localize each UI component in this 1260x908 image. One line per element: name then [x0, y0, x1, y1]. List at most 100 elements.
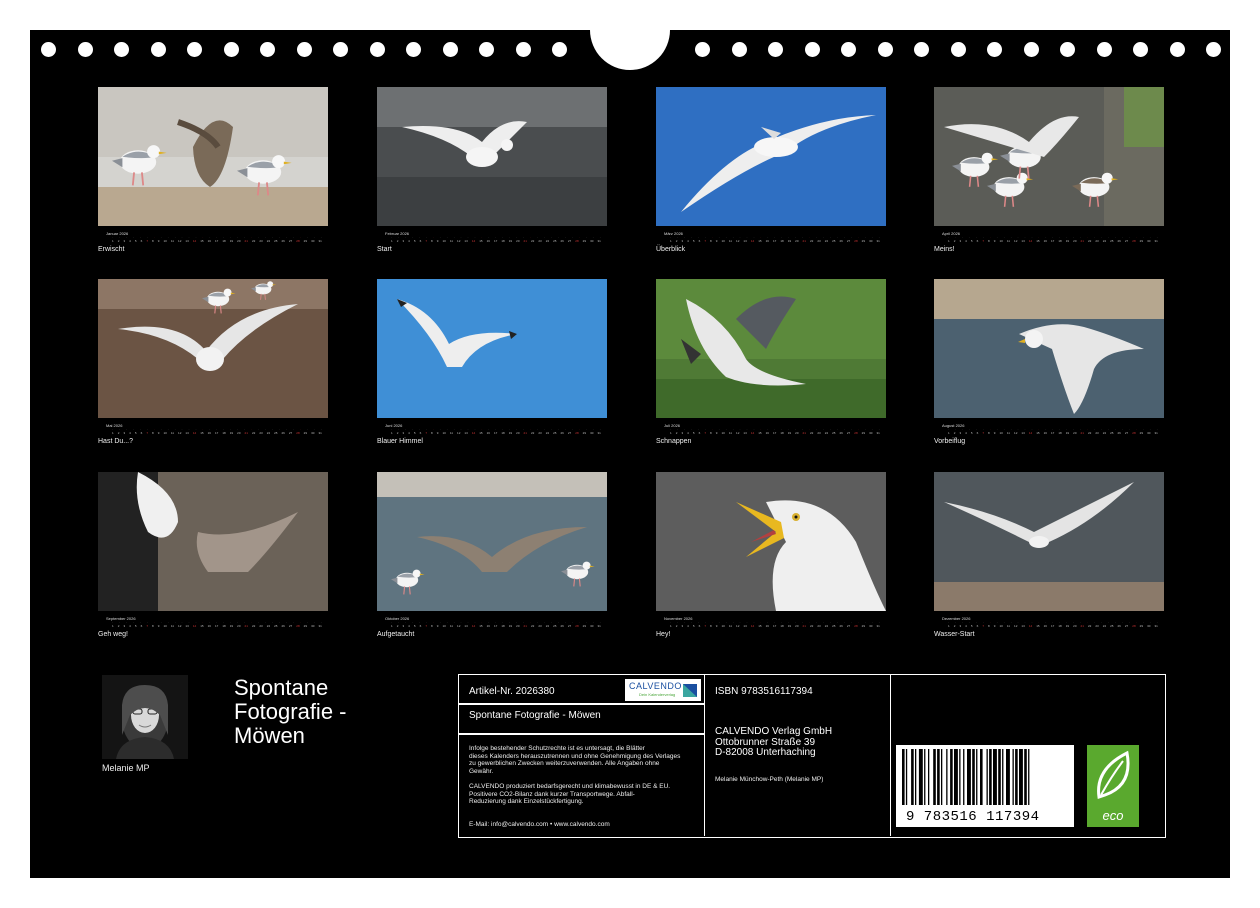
cal-weekday: ·: [996, 235, 998, 239]
cal-day: 11: [728, 431, 732, 435]
cal-weekday: ·: [718, 620, 720, 624]
cal-weekday: ·: [460, 620, 462, 624]
cal-day: 19: [787, 431, 792, 435]
cal-day: 26: [1117, 624, 1121, 628]
month-photo: [656, 279, 886, 418]
cal-day: 22: [251, 431, 256, 435]
logo-calendar-icon: [683, 684, 697, 697]
cal-day: 6: [419, 431, 422, 435]
cal-day: 14: [750, 431, 755, 435]
cal-day: 24: [1102, 431, 1107, 435]
cal-day: 8: [431, 239, 433, 243]
cal-weekday: ·: [690, 427, 692, 431]
cal-weekday: ·: [271, 427, 273, 431]
cal-day: 10: [721, 239, 725, 243]
cal-day: 11: [170, 431, 174, 435]
cal-day: 27: [288, 624, 293, 628]
cal-day: 2: [396, 624, 399, 628]
cal-day: 27: [1124, 431, 1129, 435]
cal-day: 29: [861, 239, 866, 243]
cal-weekday: ·: [439, 235, 441, 239]
cal-weekday: ·: [725, 235, 727, 239]
month-cell: Februar 2026 · · · · · · · · · · · · · · · · · · · · · · · · · · · ·…: [377, 87, 607, 253]
cal-day: 7: [704, 624, 706, 628]
cal-weekday: ·: [174, 235, 176, 239]
cal-day: 13: [185, 431, 189, 435]
calvendo-logo: CALVENDO Dein Kalenderverlag: [625, 679, 701, 701]
cal-day: 5: [134, 239, 137, 243]
cal-day: 11: [1006, 431, 1010, 435]
binding-hole: [1133, 42, 1148, 57]
binding-hole: [877, 42, 893, 57]
cal-day: 11: [728, 624, 732, 628]
cal-weekday: ·: [843, 427, 845, 431]
cal-days: · · · · · · · · · · · · · · · · · · · · · · · · · · · · · · · 1 2 3 4 5 6 7 8 9…: [112, 427, 322, 435]
cal-weekday: ·: [725, 620, 727, 624]
cal-weekday: ·: [453, 427, 455, 431]
cal-weekday: ·: [829, 620, 831, 624]
cal-weekday: ·: [132, 235, 134, 239]
cal-day: 23: [817, 431, 821, 435]
cal-day: 17: [1050, 624, 1055, 628]
cal-day: 5: [692, 624, 695, 628]
cal-weekday: ·: [690, 620, 692, 624]
cal-day: 2: [675, 431, 678, 435]
cal-weekday: ·: [732, 427, 734, 431]
cal-weekday: ·: [732, 620, 734, 624]
cal-day: 5: [134, 624, 137, 628]
cal-day: 13: [1021, 624, 1025, 628]
cal-day: 7: [146, 431, 148, 435]
cal-day: 20: [1073, 624, 1077, 628]
cal-day: 2: [117, 239, 120, 243]
cal-day: 3: [681, 239, 684, 243]
cal-day: 6: [698, 239, 701, 243]
binding-hole: [804, 42, 820, 57]
cal-weekday: ·: [132, 427, 134, 431]
cal-day: 17: [493, 624, 498, 628]
barcode-number: 9 783516 117394: [906, 809, 1040, 825]
cal-day: 27: [1124, 239, 1129, 243]
cal-day: 23: [259, 624, 263, 628]
cal-day: 18: [780, 431, 784, 435]
cal-weekday: ·: [174, 620, 176, 624]
cal-day: 11: [449, 239, 453, 243]
cal-day: 18: [780, 239, 784, 243]
month-cell: September 2026 · · · · · · · · · · · · · · · · · · · · · · · · · ·…: [98, 472, 328, 638]
cal-day: 8: [152, 431, 154, 435]
cal-day: 28: [854, 239, 858, 243]
cal-day: 17: [772, 431, 777, 435]
cal-day: 1: [670, 239, 672, 243]
cal-day: 21: [244, 239, 248, 243]
divider: [459, 703, 705, 705]
cal-day: 17: [772, 624, 777, 628]
cal-weekday: ·: [1107, 427, 1109, 431]
isbn: ISBN 9783516117394: [715, 686, 813, 697]
cal-days: · · · · · · · · · · · · · · · · · · · · · · · · · · · · · · · 1 2 3 4 5 6 7 8 9…: [391, 427, 601, 435]
cal-day: 16: [207, 239, 211, 243]
cal-day: 25: [1110, 624, 1114, 628]
cal-weekday: ·: [1114, 620, 1116, 624]
cal-day: 25: [832, 624, 836, 628]
binding-hole: [914, 42, 929, 57]
month-caption: Start: [377, 246, 392, 253]
cal-day: 28: [854, 624, 858, 628]
cal-weekday: ·: [836, 620, 838, 624]
cal-day: 19: [229, 431, 234, 435]
cal-day: 4: [408, 431, 410, 435]
cal-day: 24: [1102, 239, 1107, 243]
cal-day: 21: [802, 431, 806, 435]
cal-day: 16: [486, 624, 490, 628]
cal-day: 27: [1124, 624, 1129, 628]
binding-hole: [515, 42, 531, 57]
cal-day: 13: [743, 431, 747, 435]
month-caption: Aufgetaucht: [377, 631, 415, 638]
cal-day: 31: [876, 431, 880, 435]
author-photo: [102, 675, 188, 759]
cal-day: 12: [457, 239, 461, 243]
cal-day: 4: [129, 239, 131, 243]
cal-weekday: ·: [690, 235, 692, 239]
month-cell: April 2026 · · · · · · · · · · · · · · · · · · · · · · · · · · · · · ·…: [934, 87, 1164, 253]
cal-day: 23: [1095, 624, 1099, 628]
info-column-barcode: 9 783516 117394 eco: [891, 675, 1165, 836]
cal-day: 11: [449, 431, 453, 435]
